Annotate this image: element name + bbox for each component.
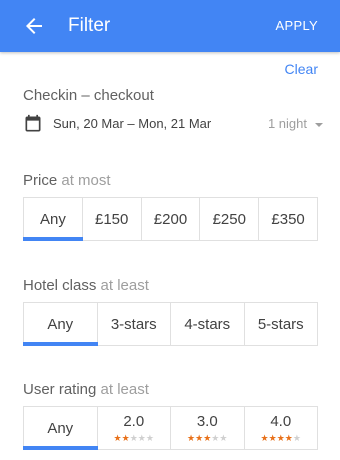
hotel-class-section-title: Hotel class at least (23, 277, 149, 294)
star-icon: ★ (219, 433, 228, 443)
rating-stars: ★★★★★ (261, 433, 301, 443)
page-title: Filter (68, 15, 111, 36)
user-rating-option-label: 4.0 (270, 413, 292, 430)
star-icon: ★ (292, 433, 301, 443)
user-rating-qualifier: at least (100, 381, 149, 398)
price-option[interactable]: £350 (259, 198, 317, 240)
star-icon: ★ (260, 433, 269, 443)
hotel-class-option[interactable]: 4-stars (171, 303, 245, 345)
price-option[interactable]: £150 (83, 198, 142, 240)
hotel-class-option-label: 5-stars (257, 315, 304, 333)
price-option-label: Any (39, 210, 66, 228)
hotel-class-option-label: 3-stars (110, 315, 157, 333)
star-icon: ★ (276, 433, 285, 443)
star-icon: ★ (195, 433, 204, 443)
nights-dropdown[interactable]: 1 night (268, 116, 323, 131)
star-icon: ★ (284, 433, 293, 443)
calendar-icon (25, 114, 41, 132)
star-icon: ★ (137, 433, 146, 443)
price-option[interactable]: £250 (200, 198, 260, 240)
price-option[interactable]: Any (23, 198, 83, 241)
star-icon: ★ (268, 433, 277, 443)
price-title-text: Price (23, 172, 58, 189)
user-rating-option[interactable]: Any (23, 407, 98, 450)
caret-down-icon (315, 122, 323, 127)
clear-button[interactable]: Clear (285, 61, 318, 77)
price-option[interactable]: £200 (142, 198, 201, 240)
hotel-class-option-label: 4-stars (184, 315, 231, 333)
hotel-class-qualifier: at least (100, 277, 149, 294)
rating-stars: ★★★★★ (187, 433, 227, 443)
user-rating-option-label: Any (47, 419, 74, 437)
nights-value: 1 night (267, 116, 307, 131)
star-icon: ★ (129, 433, 138, 443)
price-option-label: £250 (212, 210, 246, 228)
user-rating-option-label: 3.0 (196, 413, 218, 430)
user-rating-option[interactable]: 2.0 ★★★★★ (98, 407, 171, 449)
date-range-row[interactable]: Sun, 20 Mar – Mon, 21 Mar 1 night (23, 113, 323, 135)
hotel-class-selector: Any 3-stars 4-stars 5-stars (23, 302, 318, 346)
app-bar: Filter APPLY (0, 0, 340, 52)
apply-button[interactable]: APPLY (276, 18, 318, 34)
user-rating-option[interactable]: 4.0 ★★★★★ (245, 407, 318, 449)
star-icon: ★ (187, 433, 196, 443)
user-rating-selector: Any 2.0 ★★★★★ 3.0 ★★★★★ 4.0 ★★★★★ (23, 406, 318, 450)
hotel-class-title-text: Hotel class (23, 277, 97, 294)
rating-stars: ★★★★★ (114, 433, 154, 443)
checkin-section-title: Checkin – checkout (23, 87, 154, 104)
arrow-left-icon (26, 18, 42, 34)
price-qualifier: at most (61, 172, 111, 189)
user-rating-section-title: User rating at least (23, 381, 149, 398)
hotel-class-option[interactable]: Any (23, 303, 98, 346)
date-range-text[interactable]: Sun, 20 Mar – Mon, 21 Mar (53, 116, 211, 131)
hotel-class-option-label: Any (47, 315, 74, 333)
price-selector: Any £150 £200 £250 £350 (23, 197, 318, 241)
user-rating-title-text: User rating (23, 381, 97, 398)
user-rating-option[interactable]: 3.0 ★★★★★ (171, 407, 245, 449)
star-icon: ★ (121, 433, 130, 443)
checkin-title-text: Checkin – checkout (23, 87, 154, 104)
price-option-label: £350 (271, 210, 305, 228)
user-rating-option-label: 2.0 (123, 413, 145, 430)
price-section-title: Price at most (23, 172, 111, 189)
star-icon: ★ (113, 433, 122, 443)
price-option-label: £200 (153, 210, 188, 228)
price-option-label: £150 (95, 210, 129, 228)
star-icon: ★ (145, 433, 154, 443)
hotel-class-option[interactable]: 5-stars (245, 303, 318, 345)
hotel-class-option[interactable]: 3-stars (98, 303, 171, 345)
back-button[interactable] (22, 14, 46, 38)
